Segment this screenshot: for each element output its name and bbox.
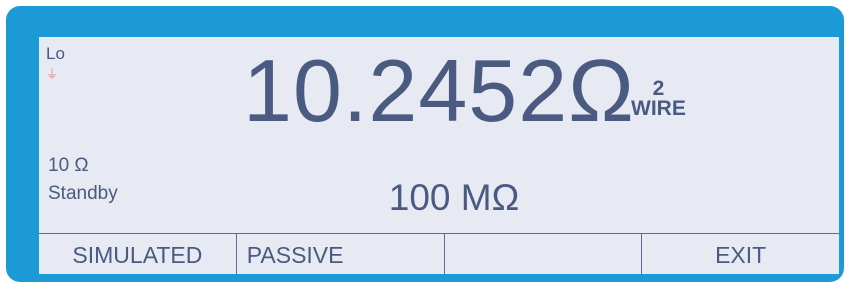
passive-softkey[interactable]: PASSIVE [237, 234, 445, 274]
secondary-value: 100 MΩ [388, 177, 520, 218]
display-screen: Lo ⏚ 10.2452Ω 2 WIRE 10 Ω Standby 100 MΩ… [39, 37, 839, 274]
main-reading: 10.2452Ω [39, 43, 839, 139]
blank-softkey[interactable] [445, 234, 643, 274]
simulated-softkey[interactable]: SIMULATED [39, 234, 237, 274]
wire-label: WIRE [631, 97, 686, 120]
wire-count: 2 [652, 77, 665, 100]
exit-softkey[interactable]: EXIT [642, 234, 839, 274]
softkey-bar: SIMULATED PASSIVE EXIT [39, 233, 839, 274]
range-label: 10 Ω [48, 155, 89, 176]
main-value: 10.2452Ω [243, 41, 635, 140]
wire-indicator: 2 WIRE [631, 77, 686, 120]
device-bezel: Lo ⏚ 10.2452Ω 2 WIRE 10 Ω Standby 100 MΩ… [6, 6, 844, 282]
